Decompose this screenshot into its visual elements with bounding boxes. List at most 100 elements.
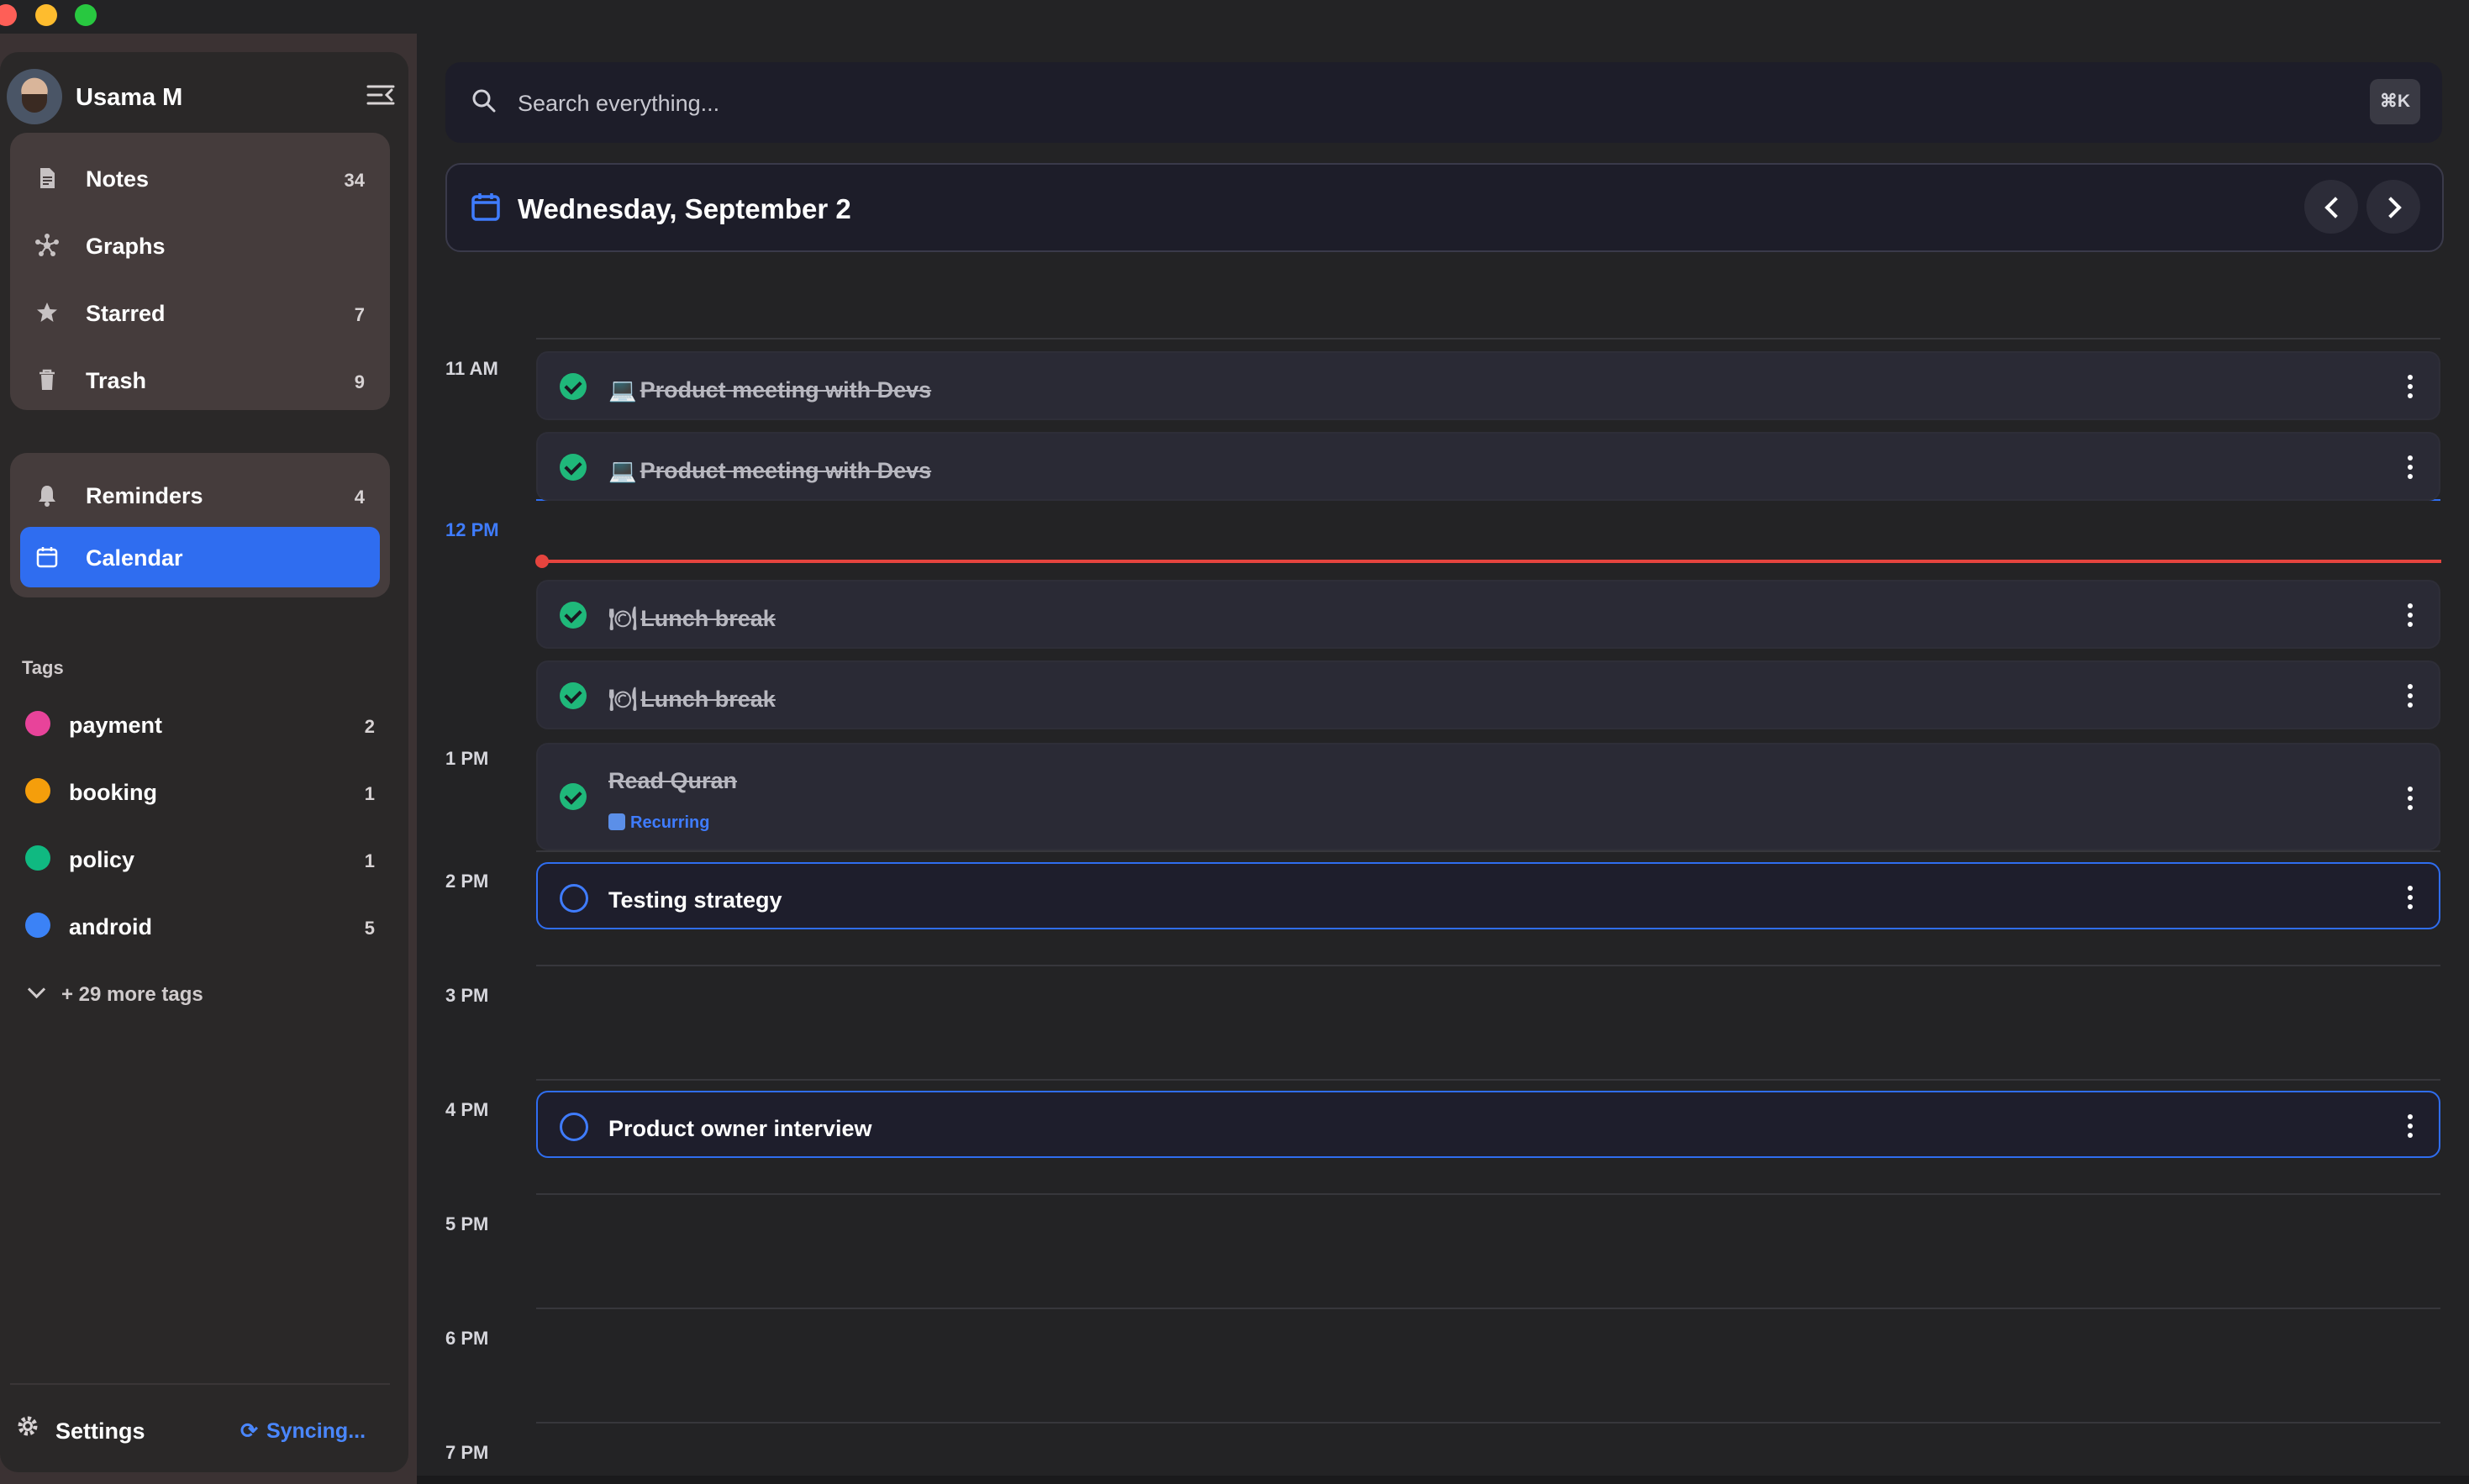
incomplete-circle-icon[interactable] bbox=[560, 884, 588, 913]
date-title: Wednesday, September 2 bbox=[518, 193, 851, 224]
event-title: Product meeting with Devs bbox=[640, 458, 932, 483]
sidebar-item-starred[interactable]: Starred 7 bbox=[20, 282, 380, 343]
more-tags-toggle[interactable]: + 29 more tags bbox=[27, 980, 203, 1007]
calendar-icon bbox=[36, 547, 58, 568]
graph-icon bbox=[35, 234, 59, 256]
plate-emoji: 🍽 bbox=[608, 687, 638, 712]
current-time-line bbox=[542, 560, 2441, 563]
hour-gridline bbox=[536, 1193, 2440, 1195]
sidebar-item-notes[interactable]: Notes 34 bbox=[20, 148, 380, 208]
window-titlebar bbox=[0, 0, 2469, 34]
more-options-icon[interactable] bbox=[2407, 375, 2414, 400]
more-options-icon[interactable] bbox=[2407, 603, 2414, 629]
tag-item-android[interactable]: android 5 bbox=[22, 901, 375, 951]
completed-check-icon[interactable] bbox=[560, 602, 587, 629]
secondary-nav: Reminders 4 Calendar bbox=[10, 453, 390, 597]
event-title: Product meeting with Devs bbox=[640, 377, 932, 403]
hour-label: 3 PM bbox=[445, 985, 489, 1006]
trash-icon bbox=[39, 369, 55, 390]
more-options-icon[interactable] bbox=[2407, 455, 2414, 481]
avatar[interactable] bbox=[7, 69, 62, 124]
event-title: Lunch break bbox=[640, 606, 776, 631]
tag-color-dot bbox=[25, 711, 50, 736]
hour-gridline bbox=[536, 850, 2440, 852]
more-options-icon[interactable] bbox=[2407, 684, 2414, 709]
maximize-window-button[interactable] bbox=[75, 4, 97, 26]
more-options-icon[interactable] bbox=[2407, 1114, 2414, 1139]
hour-label: 5 PM bbox=[445, 1213, 489, 1234]
settings-button[interactable]: Settings bbox=[15, 1412, 183, 1454]
completed-check-icon[interactable] bbox=[560, 783, 587, 810]
tag-item-booking[interactable]: booking 1 bbox=[22, 766, 375, 817]
previous-day-button[interactable] bbox=[2304, 180, 2358, 234]
chevron-down-icon bbox=[27, 980, 46, 999]
event-card[interactable]: 💻 Product meeting with Devs bbox=[536, 432, 2440, 501]
hour-label: 6 PM bbox=[445, 1328, 489, 1349]
event-title: Product owner interview bbox=[608, 1116, 872, 1141]
minimize-window-button[interactable] bbox=[35, 4, 57, 26]
hour-gridline bbox=[536, 965, 2440, 966]
hour-gridline bbox=[536, 1422, 2440, 1423]
incomplete-circle-icon[interactable] bbox=[560, 1113, 588, 1141]
laptop-emoji: 💻 bbox=[608, 458, 637, 483]
hour-label: 1 PM bbox=[445, 748, 489, 769]
document-icon bbox=[40, 168, 55, 188]
sidebar-item-trash[interactable]: Trash 9 bbox=[20, 350, 380, 410]
recurring-icon bbox=[608, 813, 625, 830]
sync-status[interactable]: ⟳ Syncing... bbox=[240, 1418, 366, 1444]
tag-item-policy[interactable]: policy 1 bbox=[22, 834, 375, 884]
hour-label: 2 PM bbox=[445, 871, 489, 892]
close-window-button[interactable] bbox=[0, 4, 17, 26]
chevron-left-icon bbox=[2324, 197, 2346, 218]
search-shortcut-badge: ⌘K bbox=[2370, 79, 2420, 124]
search-input[interactable] bbox=[516, 86, 2116, 121]
hour-gridline bbox=[536, 338, 2440, 339]
event-card[interactable]: 🍽 Lunch break bbox=[536, 580, 2440, 649]
search-bar[interactable]: ⌘K bbox=[445, 62, 2442, 143]
completed-check-icon[interactable] bbox=[560, 454, 587, 481]
sidebar: Usama M Notes 34 Graphs Starred 7 Trash … bbox=[0, 52, 408, 1472]
collapse-sidebar-icon[interactable] bbox=[366, 82, 395, 108]
completed-check-icon[interactable] bbox=[560, 682, 587, 709]
hour-gridline bbox=[536, 1079, 2440, 1081]
plate-emoji: 🍽 bbox=[608, 606, 638, 631]
bell-icon bbox=[39, 486, 55, 507]
user-header[interactable]: Usama M bbox=[7, 69, 402, 133]
date-header: Wednesday, September 2 bbox=[445, 163, 2444, 252]
tag-item-payment[interactable]: payment 2 bbox=[22, 699, 375, 750]
primary-nav: Notes 34 Graphs Starred 7 Trash 9 bbox=[10, 133, 390, 410]
event-card[interactable]: Testing strategy bbox=[536, 862, 2440, 929]
user-name: Usama M bbox=[76, 84, 183, 111]
gear-icon bbox=[18, 1416, 38, 1436]
tags-section-title: Tags bbox=[22, 657, 64, 678]
sidebar-item-graphs[interactable]: Graphs bbox=[20, 215, 380, 276]
more-options-icon[interactable] bbox=[2407, 886, 2414, 911]
hour-label-current: 12 PM bbox=[445, 519, 499, 540]
event-title: Read Quran bbox=[608, 768, 738, 793]
next-day-button[interactable] bbox=[2366, 180, 2420, 234]
sidebar-item-calendar[interactable]: Calendar bbox=[20, 527, 380, 587]
sidebar-item-reminders[interactable]: Reminders 4 bbox=[20, 465, 380, 525]
tag-color-dot bbox=[25, 913, 50, 938]
tag-color-dot bbox=[25, 778, 50, 803]
more-options-icon[interactable] bbox=[2407, 787, 2414, 812]
event-card[interactable]: Product owner interview bbox=[536, 1091, 2440, 1158]
star-icon bbox=[37, 303, 57, 322]
recurring-badge: Recurring bbox=[608, 813, 709, 833]
completed-check-icon[interactable] bbox=[560, 373, 587, 400]
event-card[interactable]: 🍽 Lunch break bbox=[536, 660, 2440, 729]
hour-gridline bbox=[536, 1308, 2440, 1309]
event-title: Testing strategy bbox=[608, 887, 782, 913]
event-title: Lunch break bbox=[640, 687, 776, 712]
event-card[interactable]: Read Quran Recurring bbox=[536, 743, 2440, 850]
sync-icon: ⟳ bbox=[240, 1419, 258, 1443]
laptop-emoji: 💻 bbox=[608, 377, 637, 403]
chevron-right-icon bbox=[2380, 197, 2402, 218]
sidebar-divider bbox=[10, 1383, 390, 1385]
event-card[interactable]: 💻 Product meeting with Devs bbox=[536, 351, 2440, 420]
hour-label: 4 PM bbox=[445, 1099, 489, 1120]
bottom-edge bbox=[417, 1476, 2469, 1484]
tag-color-dot bbox=[25, 845, 50, 871]
hour-label: 11 AM bbox=[445, 358, 498, 379]
calendar-icon bbox=[471, 193, 500, 221]
